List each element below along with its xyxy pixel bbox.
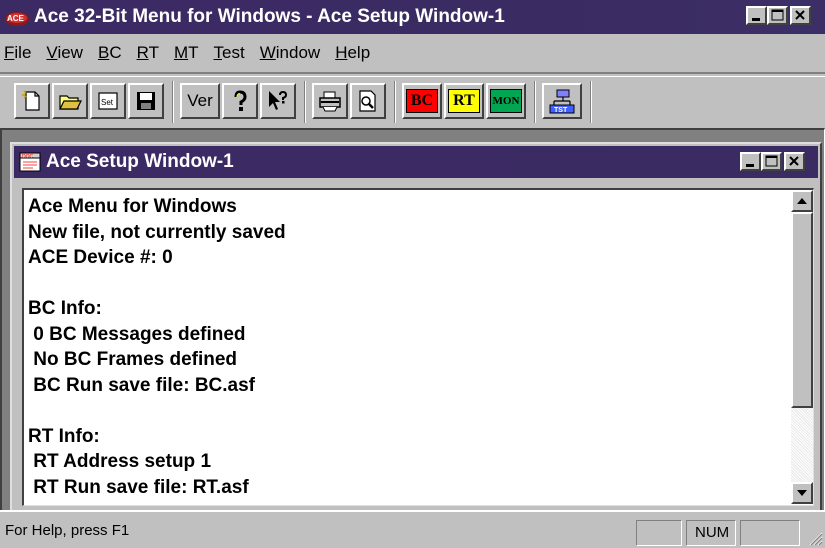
print-preview-icon — [359, 90, 376, 112]
pointer-help-icon — [269, 90, 288, 110]
child-minimize-button[interactable] — [740, 152, 761, 171]
printer-icon — [319, 91, 341, 112]
save-button[interactable] — [128, 83, 164, 119]
status-panel-num: NUM — [686, 520, 736, 546]
menu-view[interactable]: View — [46, 41, 83, 65]
menu-rt[interactable]: RT — [137, 41, 159, 65]
svg-text:ACE: ACE — [7, 14, 25, 23]
open-folder-icon — [59, 95, 82, 110]
svg-text:TST: TST — [554, 107, 568, 114]
setup-info-text[interactable]: Ace Menu for Windows New file, not curren… — [28, 194, 788, 502]
question-mark-icon — [234, 90, 247, 111]
scrollbar-thumb[interactable] — [791, 212, 813, 408]
setup-document-icon: Set — [98, 92, 118, 110]
toolbar-divider — [394, 81, 396, 123]
monitor-mode-button[interactable]: MON — [486, 83, 526, 119]
context-help-button[interactable] — [260, 83, 296, 119]
text-line: BC Run save file: BC.asf — [28, 374, 255, 396]
print-button[interactable] — [312, 83, 348, 119]
resize-grip-icon[interactable] — [805, 528, 823, 546]
window-title: Ace 32-Bit Menu for Windows - Ace Setup … — [34, 6, 505, 27]
child-window-title: Ace Setup Window-1 — [46, 151, 234, 172]
scroll-down-button[interactable] — [791, 482, 813, 504]
arrow-up-icon — [797, 198, 807, 204]
menu-mt[interactable]: MT — [174, 41, 199, 65]
text-line — [28, 271, 788, 297]
status-panel-scroll — [740, 520, 800, 546]
monitor-mode-icon: MON — [490, 89, 522, 113]
child-window: DOC Ace Setup Window-1 Ace Menu for Wind… — [10, 142, 822, 512]
status-help-text: For Help, press F1 — [5, 522, 130, 539]
menu-window[interactable]: Window — [260, 41, 320, 65]
status-bar: For Help, press F1 NUM — [0, 510, 825, 548]
test-circuit-icon: TST — [549, 89, 575, 114]
bc-mode-button[interactable]: BC — [402, 83, 442, 119]
text-line: ACE Device #: 0 — [28, 247, 173, 268]
ace-app-icon[interactable]: ACE — [4, 6, 30, 28]
menu-bar: File View BC RT MT Test Window Help — [0, 34, 825, 74]
new-file-icon — [22, 90, 40, 111]
text-line — [28, 398, 788, 424]
rt-mode-button[interactable]: RT — [444, 83, 484, 119]
child-title-bar[interactable]: DOC Ace Setup Window-1 — [14, 146, 818, 178]
toolbar: Set Ver BC RT MON TST — [0, 76, 825, 128]
setup-file-button[interactable]: Set — [90, 83, 126, 119]
open-file-button[interactable] — [52, 83, 88, 119]
child-close-button[interactable] — [784, 152, 805, 171]
text-line: RT Address setup 1 — [28, 451, 212, 472]
toolbar-divider — [172, 81, 174, 123]
help-button[interactable] — [222, 83, 258, 119]
text-line: RT Info: — [28, 425, 100, 447]
child-window-controls — [740, 152, 805, 171]
document-icon[interactable]: DOC — [18, 151, 42, 173]
text-line: RT Run save file: RT.asf — [28, 476, 249, 498]
menu-bc[interactable]: BC — [98, 41, 122, 65]
setup-text-area[interactable]: Ace Menu for Windows New file, not curren… — [22, 188, 814, 506]
scroll-up-button[interactable] — [791, 190, 813, 212]
toolbar-divider — [534, 81, 536, 123]
close-button[interactable] — [790, 6, 811, 25]
menu-help[interactable]: Help — [335, 41, 370, 65]
rt-mode-icon: RT — [448, 89, 480, 113]
save-disk-icon — [137, 92, 155, 110]
arrow-down-icon — [797, 490, 807, 496]
version-label: Ver — [187, 91, 213, 110]
title-bar[interactable]: ACE Ace 32-Bit Menu for Windows - Ace Se… — [0, 0, 825, 34]
maximize-button[interactable] — [767, 6, 788, 25]
status-panel-caps — [636, 520, 682, 546]
toolbar-divider — [304, 81, 306, 123]
menu-file[interactable]: File — [4, 41, 31, 65]
text-line: 0 BC Messages defined — [28, 323, 246, 345]
mdi-workspace: DOC Ace Setup Window-1 Ace Menu for Wind… — [0, 128, 825, 512]
print-preview-button[interactable] — [350, 83, 386, 119]
version-button[interactable]: Ver — [180, 83, 220, 119]
text-line: Ace Menu for Windows — [28, 196, 237, 217]
toolbar-divider — [590, 81, 592, 123]
minimize-button[interactable] — [746, 6, 767, 25]
self-test-button[interactable]: TST — [542, 83, 582, 119]
svg-text:Set: Set — [101, 98, 114, 107]
new-file-button[interactable] — [14, 83, 50, 119]
text-line: New file, not currently saved — [28, 221, 286, 243]
application-window: ACE Ace 32-Bit Menu for Windows - Ace Se… — [0, 0, 825, 548]
svg-text:DOC: DOC — [22, 154, 34, 160]
window-controls — [746, 6, 811, 25]
bc-mode-icon: BC — [406, 89, 438, 113]
vertical-scrollbar[interactable] — [791, 190, 813, 504]
child-maximize-button[interactable] — [761, 152, 782, 171]
text-line: No BC Frames defined — [28, 349, 238, 370]
text-line: BC Info: — [28, 298, 102, 319]
menu-test[interactable]: Test — [214, 41, 245, 65]
